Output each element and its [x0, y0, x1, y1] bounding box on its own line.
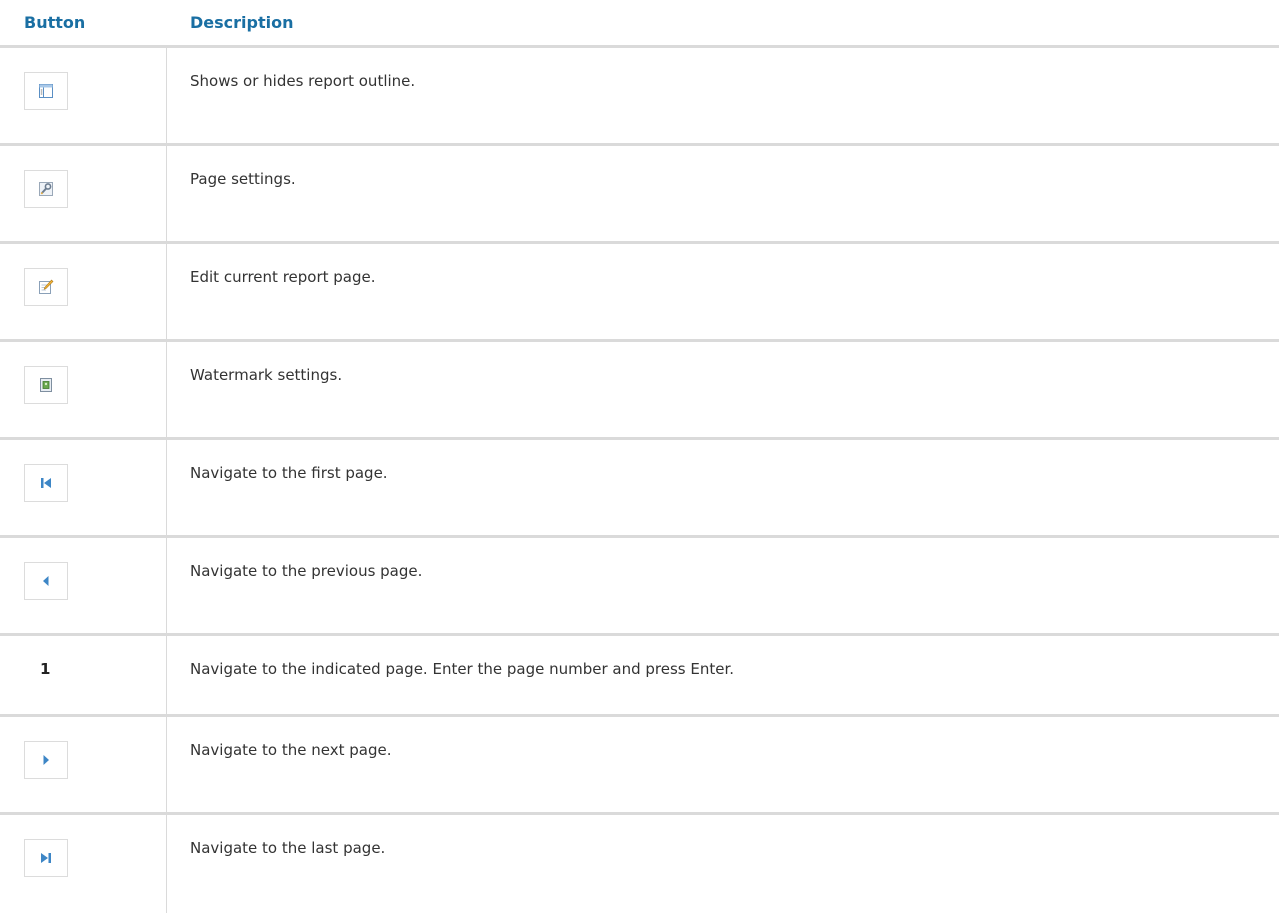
watermark-settings-button[interactable] — [24, 366, 68, 404]
edit-page-icon — [39, 279, 54, 294]
first-page-button[interactable] — [24, 464, 68, 502]
button-description-table: Button Description Shows or hides report… — [0, 0, 1279, 913]
button-cell — [0, 342, 167, 437]
table-row: Page settings. — [0, 146, 1279, 244]
button-cell — [0, 538, 167, 633]
table-row: Navigate to the next page. — [0, 717, 1279, 815]
row-description: Page settings. — [190, 170, 296, 188]
button-cell — [0, 244, 167, 339]
button-cell — [0, 146, 167, 241]
row-description: Navigate to the last page. — [190, 839, 386, 857]
table-header: Button Description — [0, 0, 1279, 48]
outline-toggle-button[interactable] — [24, 72, 68, 110]
table-row: 1 Navigate to the indicated page. Enter … — [0, 636, 1279, 717]
page-number-input[interactable]: 1 — [40, 660, 50, 678]
table-row: Watermark settings. — [0, 342, 1279, 440]
row-description: Edit current report page. — [190, 268, 376, 286]
next-page-button[interactable] — [24, 741, 68, 779]
row-description: Navigate to the first page. — [190, 464, 388, 482]
row-description: Navigate to the previous page. — [190, 562, 423, 580]
header-button: Button — [24, 13, 86, 32]
table-row: Edit current report page. — [0, 244, 1279, 342]
table-row: Navigate to the previous page. — [0, 538, 1279, 636]
edit-page-button[interactable] — [24, 268, 68, 306]
row-description: Watermark settings. — [190, 366, 343, 384]
button-cell — [0, 48, 167, 143]
outline-icon — [39, 84, 53, 98]
row-description: Shows or hides report outline. — [190, 72, 416, 90]
button-cell — [0, 440, 167, 535]
watermark-icon — [40, 378, 52, 392]
button-cell — [0, 717, 167, 812]
previous-page-button[interactable] — [24, 562, 68, 600]
row-description: Navigate to the indicated page. Enter th… — [190, 660, 735, 678]
page-settings-button[interactable] — [24, 170, 68, 208]
previous-page-icon — [43, 576, 49, 586]
table-row: Shows or hides report outline. — [0, 48, 1279, 146]
table-row: Navigate to the first page. — [0, 440, 1279, 538]
last-page-icon — [41, 853, 51, 863]
next-page-icon — [43, 755, 49, 765]
first-page-icon — [41, 478, 51, 488]
header-description: Description — [190, 13, 294, 32]
row-description: Navigate to the next page. — [190, 741, 392, 759]
table-row: Navigate to the last page. — [0, 815, 1279, 913]
button-cell: 1 — [0, 636, 167, 714]
button-cell — [0, 815, 167, 913]
page-settings-icon — [39, 182, 53, 196]
last-page-button[interactable] — [24, 839, 68, 877]
